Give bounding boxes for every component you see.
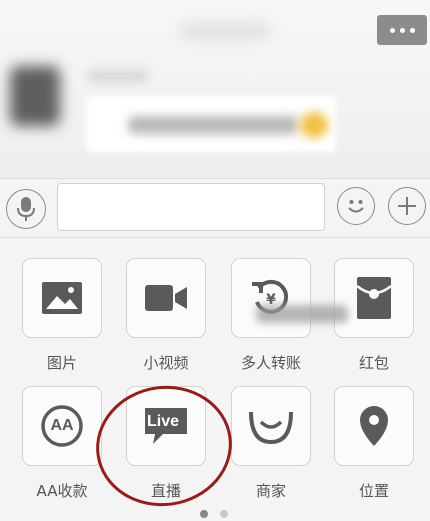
panel-item-label: 小视频: [143, 354, 189, 372]
panel-item-aa[interactable]: AA AA收款: [21, 386, 103, 501]
tile[interactable]: AA: [22, 386, 102, 466]
panel-item-location[interactable]: 位置: [333, 386, 415, 501]
tile[interactable]: ¥: [231, 258, 311, 338]
tile[interactable]: [334, 258, 414, 338]
more-dots-icon: [389, 27, 395, 33]
voice-button[interactable]: [6, 189, 46, 229]
chat-title-blurred: [180, 22, 270, 40]
page-dot-active[interactable]: [200, 510, 208, 518]
aa-icon-text: AA: [50, 417, 74, 434]
panel-item-image[interactable]: 图片: [21, 258, 103, 373]
tile[interactable]: [22, 258, 102, 338]
more-button[interactable]: [377, 15, 427, 45]
panel-item-label: 位置: [358, 482, 389, 500]
tile[interactable]: [334, 386, 414, 466]
sender-name-blurred: [88, 70, 148, 82]
more-dot: [399, 27, 405, 33]
avatar[interactable]: [10, 66, 60, 126]
video-camera-icon: [145, 285, 187, 311]
message-text-blurred: [128, 116, 298, 134]
plus-button[interactable]: [388, 187, 426, 225]
transfer-text-blurred: [256, 305, 348, 323]
panel-item-merchant[interactable]: 商家: [230, 386, 312, 501]
panel-item-label: 红包: [358, 354, 389, 372]
panel-item-label: AA收款: [36, 482, 88, 500]
message-emoji-blurred: [300, 112, 328, 138]
panel-item-label: 多人转账: [240, 354, 301, 372]
panel-item-video[interactable]: 小视频: [125, 258, 207, 373]
message-input[interactable]: [57, 183, 325, 231]
tile[interactable]: [126, 258, 206, 338]
microphone-icon: [17, 197, 35, 221]
chat-area: [0, 0, 430, 178]
red-packet-icon: [356, 277, 392, 319]
panel-item-label: 图片: [46, 354, 77, 372]
merchant-icon: [249, 411, 293, 444]
plus-icon: [398, 197, 416, 215]
page-dot[interactable]: [220, 510, 228, 518]
page-indicator: [200, 510, 228, 518]
image-icon: [42, 282, 82, 314]
smiley-icon: [348, 200, 364, 213]
tile[interactable]: [231, 386, 311, 466]
location-pin-icon: [360, 406, 388, 446]
panel-item-label: 商家: [255, 482, 286, 500]
emoji-button[interactable]: [337, 187, 375, 225]
more-dot: [409, 27, 415, 33]
